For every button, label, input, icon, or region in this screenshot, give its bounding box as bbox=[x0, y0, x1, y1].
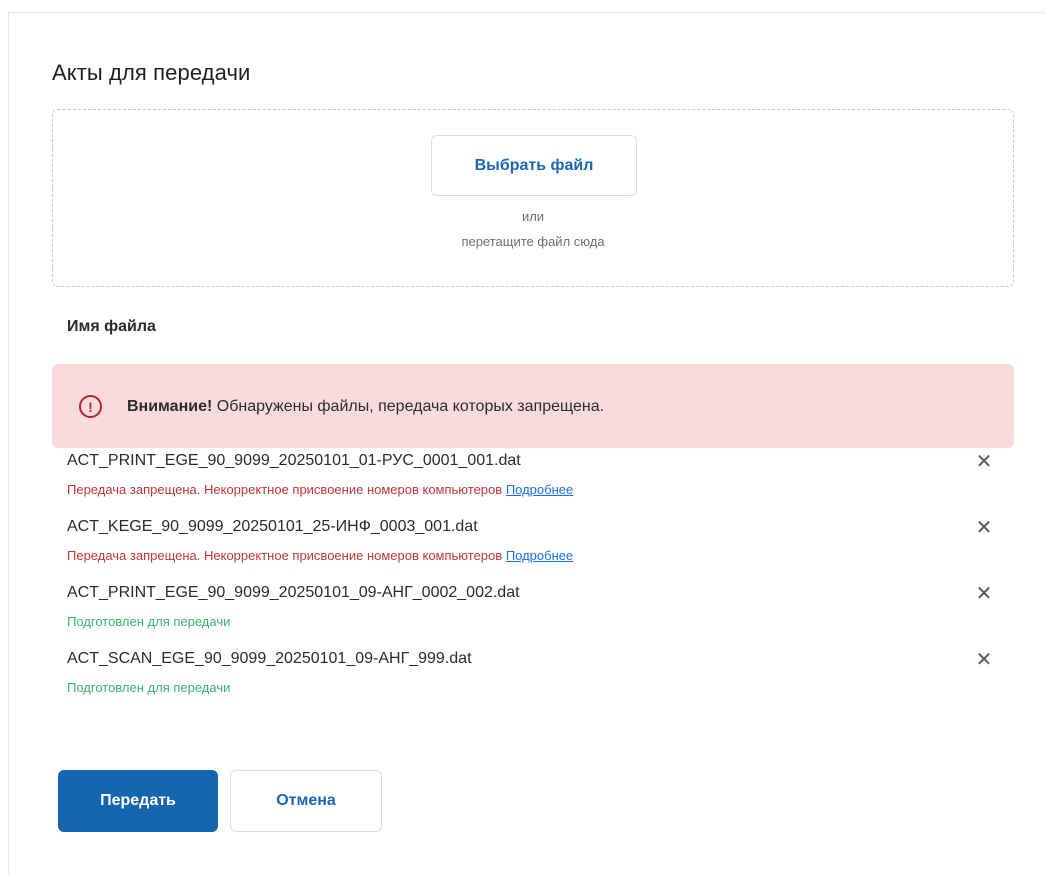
remove-file-button[interactable]: ✕ bbox=[974, 584, 994, 604]
submit-button[interactable]: Передать bbox=[58, 770, 218, 832]
file-status-text: Передача запрещена. Некорректное присвое… bbox=[67, 548, 503, 563]
alert-text: Обнаружены файлы, передача которых запре… bbox=[212, 398, 605, 415]
dialog-title: Акты для передачи bbox=[52, 60, 251, 85]
file-status-text: Подготовлен для передачи bbox=[67, 614, 231, 629]
file-status: Подготовлен для передачи bbox=[67, 614, 230, 629]
close-icon: ✕ bbox=[975, 451, 993, 473]
file-name: ACT_PRINT_EGE_90_9099_20250101_01-РУС_00… bbox=[67, 452, 521, 469]
remove-file-button[interactable]: ✕ bbox=[974, 452, 994, 472]
file-status: Передача запрещена. Некорректное присвое… bbox=[67, 482, 573, 497]
details-link[interactable]: Подробнее bbox=[506, 482, 573, 497]
file-name: ACT_PRINT_EGE_90_9099_20250101_09-АНГ_00… bbox=[67, 584, 520, 601]
file-dropzone[interactable]: Выбрать файл или перетащите файл сюда bbox=[52, 109, 1014, 287]
close-icon: ✕ bbox=[975, 649, 993, 671]
file-status: Передача запрещена. Некорректное присвое… bbox=[67, 548, 573, 563]
cancel-button[interactable]: Отмена bbox=[230, 770, 382, 832]
remove-file-button[interactable]: ✕ bbox=[974, 518, 994, 538]
list-item: ACT_SCAN_EGE_90_9099_20250101_09-АНГ_999… bbox=[67, 650, 1007, 716]
choose-file-button[interactable]: Выбрать файл bbox=[431, 135, 637, 196]
list-item: ACT_KEGE_90_9099_20250101_25-ИНФ_0003_00… bbox=[67, 518, 1007, 584]
list-item: ACT_PRINT_EGE_90_9099_20250101_09-АНГ_00… bbox=[67, 584, 1007, 650]
details-link[interactable]: Подробнее bbox=[506, 548, 573, 563]
file-list: ACT_PRINT_EGE_90_9099_20250101_01-РУС_00… bbox=[67, 452, 1007, 716]
alert-bold-label: Внимание! bbox=[127, 398, 213, 415]
file-status-text: Передача запрещена. Некорректное присвое… bbox=[67, 482, 503, 497]
remove-file-button[interactable]: ✕ bbox=[974, 650, 994, 670]
list-item: ACT_PRINT_EGE_90_9099_20250101_01-РУС_00… bbox=[67, 452, 1007, 518]
alert-message: Внимание! Обнаружены файлы, передача кот… bbox=[127, 398, 604, 416]
exclamation-circle-icon: ! bbox=[79, 395, 102, 418]
close-icon: ✕ bbox=[975, 517, 993, 539]
drag-hint: перетащите файл сюда bbox=[461, 234, 605, 249]
file-status-text: Подготовлен для передачи bbox=[67, 680, 231, 695]
file-name: ACT_SCAN_EGE_90_9099_20250101_09-АНГ_999… bbox=[67, 650, 472, 667]
close-icon: ✕ bbox=[975, 583, 993, 605]
or-label: или bbox=[521, 209, 545, 224]
warning-alert: ! Внимание! Обнаружены файлы, передача к… bbox=[52, 364, 1014, 448]
file-name: ACT_KEGE_90_9099_20250101_25-ИНФ_0003_00… bbox=[67, 518, 478, 535]
file-status: Подготовлен для передачи bbox=[67, 680, 230, 695]
file-name-column-header: Имя файла bbox=[67, 318, 156, 335]
